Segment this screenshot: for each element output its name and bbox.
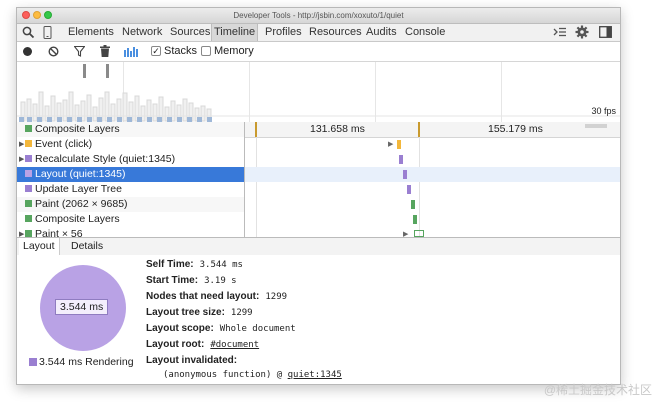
title-bar: Developer Tools - http://jsbin.com/xoxut… <box>17 8 620 24</box>
layout-invalidated-row: Layout invalidated: <box>146 355 238 366</box>
record-row[interactable]: ▶ Event (click) ▶ <box>17 137 620 152</box>
layout-scope-row: Layout scope: Whole document <box>146 323 296 334</box>
record-row[interactable]: ▶ Recalculate Style (quiet:1345) <box>17 152 620 167</box>
start-time-row: Start Time: 3.19 s <box>146 275 237 286</box>
nodes-row: Nodes that need layout: 1299 <box>146 291 288 302</box>
record-row[interactable]: Update Layer Tree <box>17 182 620 197</box>
record-button[interactable] <box>23 47 32 56</box>
pie-total-label: 3.544 ms <box>55 299 109 315</box>
expand-triangle-icon[interactable]: ▶ <box>19 152 24 167</box>
tab-layout[interactable]: Layout <box>19 238 60 255</box>
window-title: Developer Tools - http://jsbin.com/xoxut… <box>233 11 404 20</box>
tab-elements[interactable]: Elements <box>66 24 116 41</box>
gear-icon[interactable] <box>575 25 589 42</box>
console-drawer-icon[interactable] <box>553 27 567 41</box>
frames-overview[interactable]: 30 fps <box>17 62 620 123</box>
tab-console[interactable]: Console <box>403 24 447 41</box>
search-icon[interactable] <box>22 26 35 42</box>
record-row[interactable]: ▶ Paint × 56 ▶ <box>17 227 620 237</box>
devtools-window: Developer Tools - http://jsbin.com/xoxut… <box>16 7 621 385</box>
self-time-row: Self Time: 3.544 ms <box>146 259 243 270</box>
record-label: Composite Layers <box>35 213 120 225</box>
record-row-selected[interactable]: Layout (quiet:1345) <box>17 167 620 182</box>
trash-icon[interactable] <box>100 45 110 60</box>
legend-label: 3.544 ms Rendering <box>39 356 134 368</box>
layout-root-row: Layout root: #document <box>146 339 260 350</box>
stack-source-link[interactable]: quiet:1345 <box>288 370 342 380</box>
tab-resources[interactable]: Resources <box>307 24 364 41</box>
event-color-swatch <box>25 140 32 147</box>
record-label: Event (click) <box>35 138 93 150</box>
watermark: @稀土掘金技术社区 <box>543 383 652 397</box>
tab-sources[interactable]: Sources <box>168 24 212 41</box>
stacks-checkbox[interactable]: ✓ <box>151 46 161 56</box>
record-label: Paint (2062 × 9685) <box>35 198 128 210</box>
fps-label: 30 fps <box>591 106 616 116</box>
tab-profiles[interactable]: Profiles <box>263 24 304 41</box>
record-label: Update Layer Tree <box>35 183 122 195</box>
update-tree-color-swatch <box>25 185 32 192</box>
zoom-window-button[interactable] <box>44 11 52 19</box>
clear-icon[interactable] <box>48 46 59 60</box>
stack-function: (anonymous function) @ <box>163 370 288 380</box>
filter-icon[interactable] <box>73 45 86 60</box>
close-window-button[interactable] <box>22 11 30 19</box>
tab-network[interactable]: Network <box>120 24 164 41</box>
flame-chart-icon[interactable] <box>124 46 138 60</box>
record-row[interactable]: Paint (2062 × 9685) <box>17 197 620 212</box>
record-label: Composite Layers <box>35 123 120 135</box>
timeline-records: 131.658 ms 155.179 ms Composite Layers ▶… <box>17 122 620 237</box>
record-row[interactable]: Composite Layers <box>17 212 620 227</box>
expand-triangle-icon[interactable]: ▶ <box>19 137 24 152</box>
record-row[interactable]: Composite Layers <box>17 122 620 137</box>
composite-color-swatch <box>25 125 32 132</box>
stacks-label: Stacks <box>164 45 198 57</box>
record-label: Recalculate Style (quiet:1345) <box>35 153 176 165</box>
details-tab-bar: Layout Details <box>17 237 620 256</box>
panel-tab-bar: Elements Network Sources Timeline Profil… <box>17 24 620 42</box>
paint-color-swatch <box>25 200 32 207</box>
tab-details[interactable]: Details <box>67 238 107 255</box>
minimize-window-button[interactable] <box>33 11 41 19</box>
record-label: Layout (quiet:1345) <box>35 168 126 180</box>
tree-size-row: Layout tree size: 1299 <box>146 307 253 318</box>
frame-bars <box>17 91 620 122</box>
device-mode-icon[interactable] <box>43 26 52 42</box>
expand-triangle-icon[interactable]: ▶ <box>19 227 24 237</box>
layout-color-swatch <box>25 170 32 177</box>
memory-checkbox[interactable] <box>201 46 211 56</box>
tab-audits[interactable]: Audits <box>364 24 399 41</box>
timeline-toolbar: ✓ Stacks Memory <box>17 42 620 62</box>
dock-side-icon[interactable] <box>599 26 612 41</box>
stack-frame-row: (anonymous function) @ quiet:1345 <box>163 369 342 380</box>
legend-swatch <box>29 358 37 366</box>
layout-root-link[interactable]: #document <box>210 340 259 350</box>
details-pane: 3.544 ms 3.544 ms Rendering Self Time: 3.… <box>17 255 620 384</box>
memory-label: Memory <box>214 45 254 57</box>
tab-timeline[interactable]: Timeline <box>211 24 259 41</box>
recalc-color-swatch <box>25 155 32 162</box>
paint-color-swatch <box>25 230 32 237</box>
record-label: Paint × 56 <box>35 228 83 237</box>
composite-color-swatch <box>25 215 32 222</box>
